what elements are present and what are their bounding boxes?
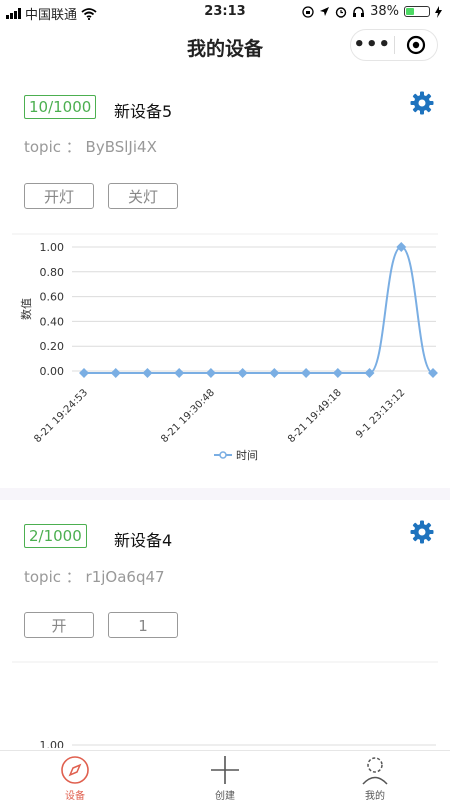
charging-icon	[435, 5, 442, 18]
topic-line: topic ： r1jOa6q47	[24, 566, 165, 587]
data-point	[237, 368, 248, 378]
battery-percent: 38%	[370, 4, 399, 19]
gear-icon[interactable]	[410, 520, 434, 544]
data-point	[269, 368, 280, 378]
data-point	[110, 368, 121, 378]
tab-mine[interactable]: 我的	[300, 751, 450, 802]
y-tick-label: 0.40	[40, 315, 65, 328]
count-badge: 10/1000	[24, 95, 97, 119]
location-icon	[320, 7, 330, 16]
count-badge: 2/1000	[24, 524, 87, 548]
topic-value: ByBSlJi4X	[85, 138, 157, 156]
y-tick-label: 0.80	[40, 266, 65, 279]
data-point	[332, 368, 343, 378]
card-divider	[0, 488, 450, 500]
topic-label: topic ：	[24, 568, 81, 586]
target-circle-icon[interactable]	[394, 35, 437, 55]
one-button[interactable]: 1	[108, 612, 178, 638]
y-tick-label: 1.00	[40, 241, 65, 254]
data-point	[301, 368, 312, 378]
legend-marker	[219, 451, 227, 459]
status-right: 38%	[302, 4, 442, 19]
device-card: 2/1000 新设备4 topic ： r1jOa6q47 开 1 1.000.…	[0, 500, 450, 748]
topic-line: topic ： ByBSlJi4X	[24, 136, 157, 157]
alarm-icon	[335, 6, 347, 18]
compass-icon	[61, 756, 89, 784]
device-list: 10/1000 新设备5 topic ： ByBSlJi4X 开灯 关灯 1.0…	[0, 68, 450, 748]
tab-bar: 设备 创建 我的	[0, 750, 450, 802]
device-name: 新设备4	[114, 531, 173, 550]
battery-icon	[404, 6, 430, 17]
device-chart: 1.000.600.20	[12, 661, 438, 748]
device-card: 10/1000 新设备5 topic ： ByBSlJi4X 开灯 关灯 1.0…	[0, 68, 450, 488]
data-point	[79, 368, 89, 378]
headphones-icon	[353, 6, 365, 17]
mini-program-capsule: •••	[350, 29, 438, 61]
x-tick-label: 8-21 19:30:48	[159, 387, 217, 445]
x-tick-label: 8-21 19:49:18	[286, 387, 344, 445]
y-tick-label: 0.20	[40, 340, 65, 353]
series-line	[84, 245, 434, 374]
topic-label: topic ：	[24, 138, 81, 156]
user-icon	[362, 757, 388, 785]
on-button[interactable]: 开	[24, 612, 94, 638]
gear-icon[interactable]	[410, 91, 434, 115]
y-tick-label: 0.60	[40, 291, 65, 304]
y-tick-label: 0.00	[40, 365, 65, 378]
rotation-lock-icon	[302, 5, 314, 18]
x-tick-label: 8-21 19:24:53	[32, 387, 90, 445]
y-axis-label: 数值	[20, 298, 33, 320]
topic-value: r1jOa6q47	[85, 568, 165, 586]
light-off-button[interactable]: 关灯	[108, 183, 178, 209]
device-name: 新设备5	[114, 102, 173, 121]
data-point	[205, 368, 216, 378]
data-point	[142, 368, 153, 378]
status-bar: 中国联通 23:13 38%	[0, 0, 450, 24]
data-point	[174, 368, 185, 378]
more-dots-icon[interactable]: •••	[351, 36, 394, 54]
device-chart: 1.00 0.80 0.60 0.40 0.20 0.00 数值 8-21 19:24:53 8…	[12, 233, 438, 462]
y-tick-label: 1.00	[40, 739, 65, 748]
tab-devices[interactable]: 设备	[0, 751, 150, 802]
light-on-button[interactable]: 开灯	[24, 183, 94, 209]
x-tick-label: 9-1 23:13:12	[354, 387, 407, 440]
plus-icon	[211, 756, 239, 784]
nav-bar: 我的设备 •••	[0, 24, 450, 68]
legend-label: 时间	[236, 449, 258, 462]
tab-create[interactable]: 创建	[150, 751, 300, 802]
